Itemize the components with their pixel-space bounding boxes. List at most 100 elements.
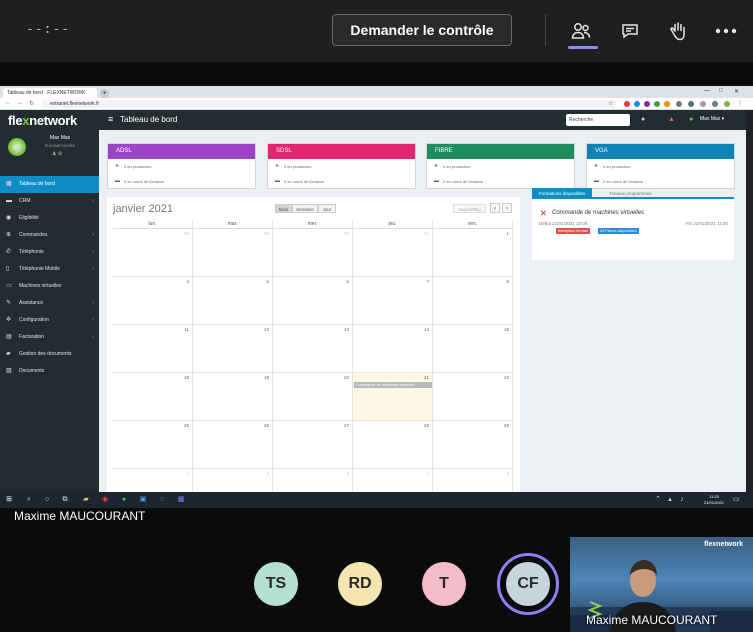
user-menu[interactable]: Max Max ▾ [700, 116, 724, 122]
extension-icon[interactable] [688, 101, 694, 107]
profile-avatar-icon[interactable] [724, 101, 730, 107]
sidebar-item[interactable]: ✆ Téléphonie ‹ [0, 244, 99, 261]
user-settings-icon[interactable]: ♟ ⚙ [52, 151, 62, 157]
user-avatar-icon[interactable]: ● [689, 116, 693, 123]
calendar-day-cell[interactable]: 25 [113, 421, 193, 469]
search-input[interactable]: Recherche [566, 114, 630, 126]
next-month-button[interactable]: › [502, 203, 512, 213]
calendar-day-cell[interactable]: 13 [273, 325, 353, 373]
extension-icon[interactable] [644, 101, 650, 107]
product-card[interactable]: VGA ➤ 0 en production ▬ 0 en cours de livrai… [586, 143, 735, 189]
self-video-tile[interactable]: flexnetwork Maxime MAUCOURANT [570, 537, 753, 632]
extension-icon[interactable] [700, 101, 706, 107]
network-icon[interactable]: ▴ [666, 496, 674, 504]
calendar-day-cell[interactable]: 4 [353, 469, 433, 492]
more-options-icon[interactable] [713, 18, 739, 44]
maximize-icon[interactable]: □ [719, 88, 723, 94]
calendar-day-cell[interactable]: 1 [433, 229, 513, 277]
calendar-day-cell[interactable]: 1 [113, 469, 193, 492]
calendar-day-cell[interactable]: 19 [193, 373, 273, 421]
calendar-day-cell[interactable]: 21 Commande de machines virtuelles [353, 373, 433, 421]
bookmark-star-icon[interactable]: ☆ [608, 100, 613, 107]
calendar-day-cell[interactable]: 31 [353, 229, 433, 277]
participant-avatar[interactable]: TS [254, 562, 298, 606]
extension-icon[interactable] [624, 101, 630, 107]
task-view-icon[interactable]: ⧉ [61, 496, 69, 504]
calendar-day-cell[interactable]: 29 [193, 229, 273, 277]
extension-icon[interactable] [712, 101, 718, 107]
close-icon[interactable]: ✕ [540, 209, 547, 218]
hamburger-icon[interactable]: ≡ [108, 114, 113, 124]
chrome-icon[interactable]: ◉ [101, 496, 109, 504]
today-button[interactable]: Aujourd'hui [453, 204, 486, 213]
browser-menu-icon[interactable]: ⋮ [737, 100, 743, 107]
back-icon[interactable]: ← [5, 100, 11, 106]
sidebar-item[interactable]: ◉ Eligibilité [0, 210, 99, 227]
prev-month-button[interactable]: ‹ [490, 203, 500, 213]
extension-icon[interactable] [654, 101, 660, 107]
calendar-day-cell[interactable]: 4 [113, 277, 193, 325]
chat-icon[interactable] [617, 18, 643, 44]
calendar-day-cell[interactable]: 7 [353, 277, 433, 325]
windows-start-icon[interactable]: ⊞ [5, 496, 13, 504]
browser-tab[interactable]: Tableau de bord · FLEXNETWORK [3, 88, 97, 98]
sidebar-item[interactable]: ▥ Documents [0, 363, 99, 380]
sidebar-item[interactable]: ▰ Gestion des documents [0, 346, 99, 363]
calendar-day-cell[interactable]: 11 [113, 325, 193, 373]
minimize-icon[interactable]: — [704, 88, 710, 94]
url-input[interactable]: extranet.flexnetwork.fr [42, 100, 617, 108]
forward-icon[interactable]: → [17, 100, 23, 106]
calendar-day-cell[interactable]: 14 [353, 325, 433, 373]
notification-center-icon[interactable]: ▭ [732, 496, 740, 504]
participant-avatar[interactable]: RD [338, 562, 382, 606]
sidebar-item[interactable]: ▬ CRM ‹ [0, 193, 99, 210]
week-view-button[interactable]: Semaine [292, 204, 318, 213]
calendar-day-cell[interactable]: 5 [193, 277, 273, 325]
flexnetwork-logo[interactable]: flexnetwork [8, 113, 77, 128]
request-control-button[interactable]: Demander le contrôle [332, 14, 512, 46]
extension-icon[interactable] [676, 101, 682, 107]
whatsapp-icon[interactable]: ● [120, 496, 128, 504]
new-tab-icon[interactable]: + [100, 89, 109, 98]
extension-icon[interactable] [664, 101, 670, 107]
people-icon[interactable] [568, 18, 594, 44]
calendar-day-cell[interactable]: 8 [433, 277, 513, 325]
calendar-day-cell[interactable]: 2 [193, 469, 273, 492]
calendar-day-cell[interactable]: 3 [273, 469, 353, 492]
cortana-icon[interactable]: ○ [43, 496, 51, 504]
outlook-icon[interactable]: ▣ [139, 496, 147, 504]
teams-taskbar-icon[interactable]: ▩ [177, 496, 185, 504]
file-explorer-icon[interactable]: ▰ [82, 496, 90, 504]
tray-chevron-icon[interactable]: ⌃ [654, 496, 662, 504]
product-card[interactable]: FIBRE ➤ 0 en production ▬ 0 en cours de livr… [426, 143, 575, 189]
month-view-button[interactable]: Mois [275, 204, 292, 213]
calendar-day-cell[interactable]: 29 [433, 421, 513, 469]
taskbar-clock[interactable]: 11:25 21/01/2021 [702, 494, 726, 506]
calendar-day-cell[interactable]: 28 [113, 229, 193, 277]
calendar-day-cell[interactable]: 28 [353, 421, 433, 469]
notification-icon[interactable]: ● [641, 116, 645, 123]
close-window-icon[interactable]: ✕ [734, 88, 739, 95]
extension-icon[interactable] [634, 101, 640, 107]
tab-travaux[interactable]: Travaux programmés [602, 188, 659, 199]
calendar-day-cell[interactable]: 5 [433, 469, 513, 492]
calendar-day-cell[interactable]: 15 [433, 325, 513, 373]
participant-avatar[interactable]: T [422, 562, 466, 606]
sidebar-item[interactable]: ✲ Configuration ‹ [0, 312, 99, 329]
sidebar-item[interactable]: ▭ Machines virtuelles [0, 278, 99, 295]
calendar-day-cell[interactable]: 30 [273, 229, 353, 277]
tab-formations[interactable]: Formations disponibles [532, 188, 593, 199]
alert-icon[interactable]: ▲ [668, 116, 675, 123]
sidebar-item[interactable]: ▤ Facturation ‹ [0, 329, 99, 346]
search-icon[interactable]: ⌕ [25, 496, 33, 504]
sidebar-item[interactable]: ✎ Assistance ‹ [0, 295, 99, 312]
app-icon[interactable]: ◌ [158, 496, 166, 504]
calendar-day-cell[interactable]: 27 [273, 421, 353, 469]
calendar-day-cell[interactable]: 26 [193, 421, 273, 469]
calendar-event[interactable]: Commande de machines virtuelles [354, 382, 432, 388]
product-card[interactable]: SDSL ➤ 0 en production ▬ 0 en cours de livra… [267, 143, 416, 189]
day-view-button[interactable]: Jour [318, 204, 336, 213]
volume-icon[interactable]: ♪ [678, 496, 686, 504]
sidebar-item[interactable]: ▦ Tableau de bord [0, 176, 99, 193]
product-card[interactable]: ADSL ➤ 0 en production ▬ 0 en cours de livra… [107, 143, 256, 189]
